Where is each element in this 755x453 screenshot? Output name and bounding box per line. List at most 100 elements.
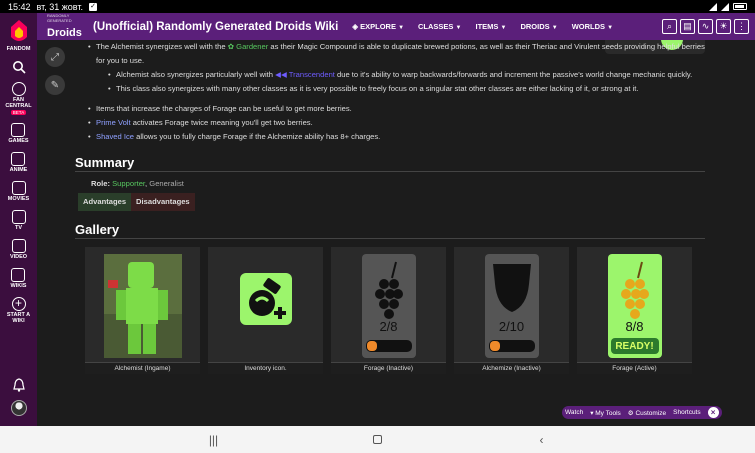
- nav-worlds-label: WORLDS: [571, 22, 606, 31]
- fan-central-label: FAN CENTRAL: [5, 97, 32, 109]
- bell-icon[interactable]: [12, 378, 25, 392]
- generalist-text: Generalist: [149, 179, 184, 188]
- video-rail-item[interactable]: VIDEO: [10, 239, 27, 260]
- gallery-caption: Forage (Inactive): [331, 362, 446, 374]
- theme-toggle-icon[interactable]: ☀: [716, 19, 731, 34]
- activity-icon[interactable]: ∿: [698, 19, 713, 34]
- fandom-rail: FANDOM FAN CENTRAL BETA GAMES ANIME MOVI…: [0, 13, 37, 426]
- tab-advantages[interactable]: Advantages: [78, 193, 132, 211]
- status-time: 15:42: [8, 1, 31, 12]
- edit-icon[interactable]: ✎: [45, 75, 65, 95]
- tv-icon: [11, 210, 26, 224]
- anime-rail-item[interactable]: ANIME: [9, 152, 28, 173]
- search-rail-item[interactable]: [12, 60, 26, 74]
- supporter-link[interactable]: Supporter: [112, 179, 145, 188]
- gardener-link-label: Gardener: [236, 42, 269, 51]
- transcendent-link[interactable]: ◀◀ Transcendent: [275, 70, 335, 79]
- games-rail-item[interactable]: GAMES: [8, 123, 29, 144]
- ready-badge: READY!: [615, 341, 654, 352]
- discussions-icon[interactable]: ▤: [680, 19, 695, 34]
- list-item: Shaved Ice allows you to fully charge Fo…: [75, 130, 705, 144]
- video-icon: [11, 239, 26, 253]
- back-icon[interactable]: ‹: [535, 433, 549, 447]
- gallery: Alchemist (Ingame) Inventory icon. 2/8 F…: [85, 247, 705, 374]
- tv-rail-item[interactable]: TV: [11, 210, 26, 231]
- gallery-heading: Gallery: [75, 223, 705, 239]
- movies-rail-item[interactable]: MOVIES: [8, 181, 29, 202]
- wikis-rail-item[interactable]: WIKIS: [10, 268, 27, 289]
- shaved-ice-link[interactable]: Shaved Ice: [96, 132, 134, 141]
- search-icon[interactable]: ⌕: [662, 19, 677, 34]
- start-wiki-rail-item[interactable]: + START A WIKI: [4, 297, 34, 324]
- fan-central-rail-item[interactable]: FAN CENTRAL BETA: [0, 82, 37, 115]
- nav-droids[interactable]: DROIDS ▼: [520, 22, 557, 31]
- nav-explore-label: EXPLORE: [360, 22, 396, 31]
- gallery-item[interactable]: Alchemist (Ingame): [85, 247, 200, 374]
- nav-explore[interactable]: ◈ EXPLORE ▼: [352, 22, 404, 31]
- wikis-label: WIKIS: [10, 283, 27, 289]
- wiki-logo-text: Droids: [47, 26, 82, 39]
- nav-classes[interactable]: CLASSES ▼: [418, 22, 461, 31]
- gallery-item[interactable]: 2/8 Forage (Inactive): [331, 247, 446, 374]
- nav-links: ◈ EXPLORE ▼ CLASSES ▼ ITEMS ▼ DROIDS ▼ W…: [352, 22, 613, 31]
- page-tools: ⤢ ✎: [45, 47, 65, 95]
- anime-label: ANIME: [9, 167, 28, 173]
- movies-label: MOVIES: [7, 196, 30, 202]
- forage-inactive-image: 2/8: [361, 254, 416, 358]
- list-item: Items that increase the charges of Forag…: [75, 102, 705, 116]
- beta-badge: BETA: [10, 110, 27, 115]
- gallery-caption: Inventory icon.: [208, 362, 323, 374]
- alchemize-inactive-image: 2/10: [484, 254, 539, 358]
- nav-droids-label: DROIDS: [520, 22, 550, 31]
- community-toolbar: Watch ▾ My Tools ⚙ Customize Shortcuts ×: [562, 406, 722, 419]
- expand-icon[interactable]: ⤢: [45, 47, 65, 67]
- avatar[interactable]: [10, 400, 27, 416]
- list-item: Prime Volt activates Forage twice meanin…: [75, 116, 705, 130]
- list-item: Alchemist also synergizes particularly w…: [75, 68, 705, 82]
- customize-button[interactable]: ⚙ Customize: [628, 409, 666, 417]
- forage-active-image: 8/8 READY!: [607, 254, 662, 358]
- nav-items-label: ITEMS: [475, 22, 499, 31]
- p3-text: This class also synergizes with many oth…: [116, 84, 639, 93]
- plus-circle-icon: +: [11, 297, 26, 311]
- home-icon[interactable]: [371, 433, 385, 447]
- tv-label: TV: [14, 225, 23, 231]
- berries-icon: [365, 261, 412, 352]
- more-menu-icon[interactable]: ⋮: [734, 19, 749, 34]
- summary-heading: Summary: [75, 156, 705, 172]
- cauldron-icon: [488, 264, 535, 352]
- wiki-title[interactable]: (Unofficial) Randomly Generated Droids W…: [93, 21, 338, 33]
- role-label: Role:: [91, 179, 110, 188]
- prime-volt-link[interactable]: Prime Volt: [96, 118, 131, 127]
- start-wiki-label: START A WIKI: [6, 312, 31, 324]
- p2-text-b: due to it's ability to warp backwards/fo…: [334, 70, 693, 79]
- gallery-item[interactable]: 2/10 Alchemize (Inactive): [454, 247, 569, 374]
- my-tools-button[interactable]: ▾ My Tools: [590, 409, 621, 417]
- gallery-caption: Alchemize (Inactive): [454, 362, 569, 374]
- fandom-logo-icon[interactable]: [7, 19, 31, 45]
- gallery-item[interactable]: Inventory icon.: [208, 247, 323, 374]
- tab-disadvantages[interactable]: Disadvantages: [131, 193, 195, 211]
- article-content: The Alchemist synergizes well with the ✿…: [75, 40, 705, 426]
- wifi-icon: [709, 2, 717, 11]
- list-item: The Alchemist synergizes well with the ✿…: [75, 40, 705, 68]
- p4-text: Items that increase the charges of Forag…: [96, 104, 352, 113]
- gallery-item[interactable]: 8/8 READY! Forage (Active): [577, 247, 692, 374]
- film-icon: [11, 181, 26, 195]
- p5-text: activates Forage twice meaning you'll ge…: [130, 118, 313, 127]
- close-icon[interactable]: ×: [707, 407, 719, 418]
- shortcuts-button[interactable]: Shortcuts: [673, 409, 700, 416]
- p1-text-a: The Alchemist synergizes well with the: [96, 42, 228, 51]
- nav-items[interactable]: ITEMS ▼: [476, 22, 507, 31]
- gardener-link[interactable]: ✿ Gardener: [228, 42, 269, 51]
- signal-icon: [721, 2, 729, 11]
- wiki-logo[interactable]: RANDOMLY GENERATED Droids: [47, 13, 87, 41]
- recent-apps-icon[interactable]: |||: [207, 433, 221, 447]
- watch-button[interactable]: Watch: [565, 409, 583, 416]
- notification-check-icon: ✓: [89, 2, 97, 11]
- customize-label: Customize: [635, 409, 667, 417]
- list-item: This class also synergizes with many oth…: [75, 82, 705, 96]
- nav-worlds[interactable]: WORLDS ▼: [572, 22, 613, 31]
- nav-classes-label: CLASSES: [418, 22, 454, 31]
- search-icon: [12, 61, 26, 74]
